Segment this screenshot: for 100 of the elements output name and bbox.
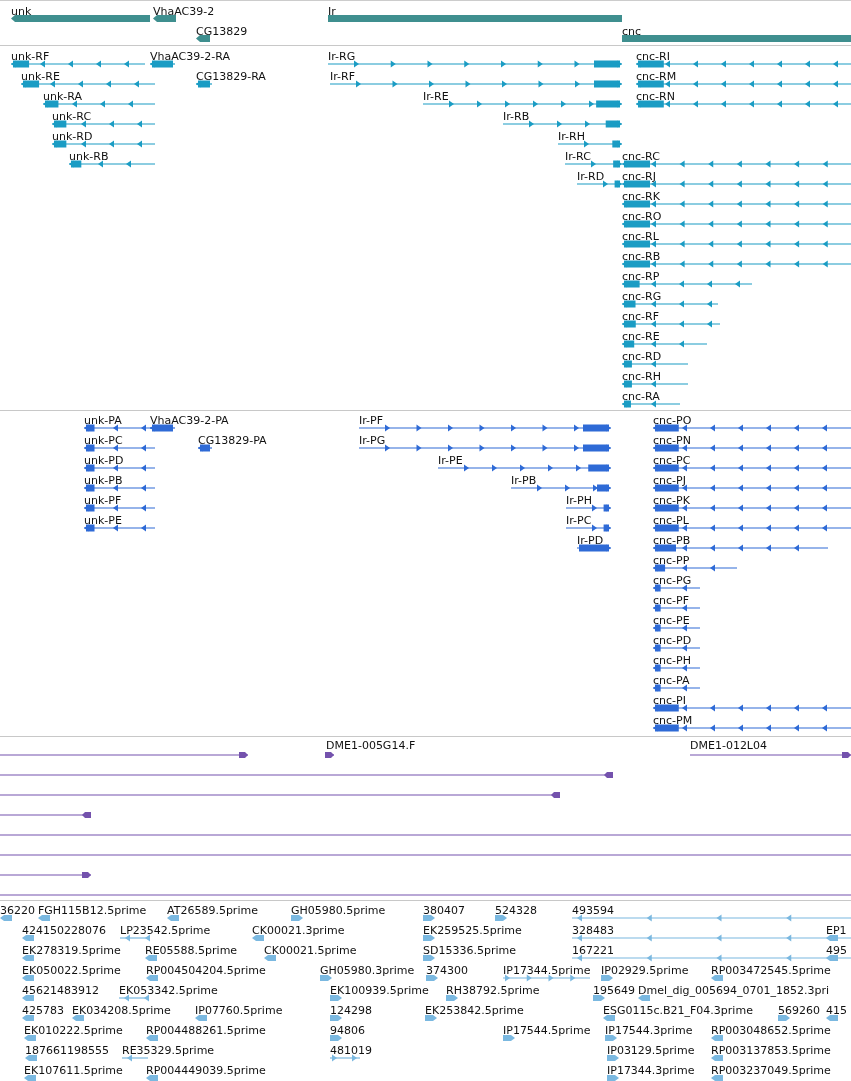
feature-label: Ir-RH (558, 130, 585, 143)
feature-label: DME1-005G14.F (326, 739, 416, 752)
feature-label: cnc-PB (653, 534, 691, 547)
feature-label: CK00021.5prime (264, 944, 357, 957)
feature-label: Ir-PG (359, 434, 386, 447)
feature-label: IP17344.5prime (503, 964, 591, 977)
feature-label: FGH115B12.5prime (38, 904, 147, 917)
feature-label: IP17544.5prime (503, 1024, 591, 1037)
feature-label: unk-PE (84, 514, 122, 527)
feature-label: cnc-PG (653, 574, 692, 587)
feature-label: 524328 (495, 904, 537, 917)
feature-label: Ir-PE (438, 454, 463, 467)
feature-label: unk (11, 5, 32, 18)
feature-label: Ir-PC (566, 514, 592, 527)
feature-label: Ir-PD (577, 534, 604, 547)
feature-label: IP17544.3prime (605, 1024, 693, 1037)
feature-label: CK00021.3prime (252, 924, 345, 937)
feature-label: 36220 (0, 904, 35, 917)
feature-label: cnc-PI (653, 694, 686, 707)
feature-label: cnc-PL (653, 514, 689, 527)
feature-label: cnc-PM (653, 714, 693, 727)
feature-label: Ir-RC (565, 150, 591, 163)
feature-label: cnc-RA (622, 390, 660, 403)
feature-label: cnc-PH (653, 654, 691, 667)
feature-label: 569260 (778, 1004, 820, 1017)
feature-label: cnc-RP (622, 270, 660, 283)
feature-label: cnc-PA (653, 674, 690, 687)
feature-label: RP003472545.5prime (711, 964, 831, 977)
feature-label: unk-PF (84, 494, 122, 507)
feature-label: RP004488261.5prime (146, 1024, 266, 1037)
feature-label: RP004449039.5prime (146, 1064, 266, 1077)
feature-label: EK107611.5prime (24, 1064, 123, 1077)
feature-label: cnc-RD (622, 350, 662, 363)
feature-label: 195649 (593, 984, 635, 997)
feature-label: EK259525.5prime (423, 924, 522, 937)
feature-label: Ir-RF (330, 70, 355, 83)
feature-label: 167221 (572, 944, 614, 957)
feature-label: cnc-PJ (653, 474, 686, 487)
feature-label: CG13829-PA (198, 434, 267, 447)
feature-label: unk-PC (84, 434, 123, 447)
feature-label: cnc-RF (622, 310, 659, 323)
feature-label: cnc-PN (653, 434, 691, 447)
feature-label: cnc (622, 25, 642, 38)
feature-label: RE05588.5prime (145, 944, 238, 957)
feature-label: 425783 (22, 1004, 64, 1017)
feature-label: unk-RC (52, 110, 92, 123)
feature-label: RP003048652.5prime (711, 1024, 831, 1037)
feature-label: EK253842.5prime (425, 1004, 524, 1017)
feature-label: RP003137853.5prime (711, 1044, 831, 1057)
feature-label: cnc-RL (622, 230, 659, 243)
feature-label: CG13829 (196, 25, 248, 38)
feature-label: unk-PA (84, 414, 122, 427)
feature-label: unk-RB (69, 150, 109, 163)
feature-label: unk-RE (21, 70, 60, 83)
feature-label: Dmel_dig_005694_0701_1852.3pri (638, 984, 830, 997)
feature-label: 187661198555 (25, 1044, 109, 1057)
feature-label: 481019 (330, 1044, 372, 1057)
feature-label: 45621483912 (22, 984, 99, 997)
feature-label: 328483 (572, 924, 614, 937)
feature-label: EK100939.5prime (330, 984, 429, 997)
feature-label: 374300 (426, 964, 468, 977)
feature-label: cnc-RK (622, 190, 660, 203)
feature-label: VhaAC39-2-PA (150, 414, 229, 427)
feature-label: 94806 (330, 1024, 365, 1037)
feature-label: 415 (826, 1004, 847, 1017)
feature-label: ESG0115c.B21_F04.3prime (603, 1004, 753, 1017)
feature-label: VhaAC39-2-RA (150, 50, 230, 63)
feature-label: RE35329.5prime (122, 1044, 215, 1057)
feature-label: cnc-RN (636, 90, 675, 103)
feature-label: cnc-RB (622, 250, 661, 263)
feature-label: IP17344.3prime (607, 1064, 695, 1077)
feature-label: GH05980.3prime (320, 964, 415, 977)
feature-label: DME1-012L04 (690, 739, 767, 752)
feature-label: Ir-RB (503, 110, 530, 123)
feature-label: 124298 (330, 1004, 372, 1017)
feature-label: 380407 (423, 904, 465, 917)
feature-label: unk-PB (84, 474, 123, 487)
feature-label: VhaAC39-2 (153, 5, 215, 18)
feature-label: cnc-PP (653, 554, 690, 567)
feature-label: cnc-PF (653, 594, 689, 607)
feature-label: unk-RF (11, 50, 50, 63)
feature-label: LP23542.5prime (120, 924, 211, 937)
feature-label: cnc-RE (622, 330, 660, 343)
feature-label: RP004504204.5prime (146, 964, 266, 977)
feature-label: RP003237049.5prime (711, 1064, 831, 1077)
feature-label: Ir-RD (577, 170, 605, 183)
feature-label: Ir-RE (423, 90, 449, 103)
feature-label: cnc-PK (653, 494, 690, 507)
feature-label: 493594 (572, 904, 614, 917)
feature-label: EK034208.5prime (72, 1004, 171, 1017)
feature-label: EK050022.5prime (22, 964, 121, 977)
feature-label: Ir-PB (511, 474, 537, 487)
feature-label: cnc-PD (653, 634, 692, 647)
feature-label: unk-RA (43, 90, 82, 103)
feature-label: Ir-RG (328, 50, 356, 63)
feature-label: Ir-PH (566, 494, 592, 507)
feature-label: cnc-RI (636, 50, 670, 63)
feature-label: EK053342.5prime (119, 984, 218, 997)
feature-label: cnc-RC (622, 150, 660, 163)
feature-label: SD15336.5prime (423, 944, 516, 957)
